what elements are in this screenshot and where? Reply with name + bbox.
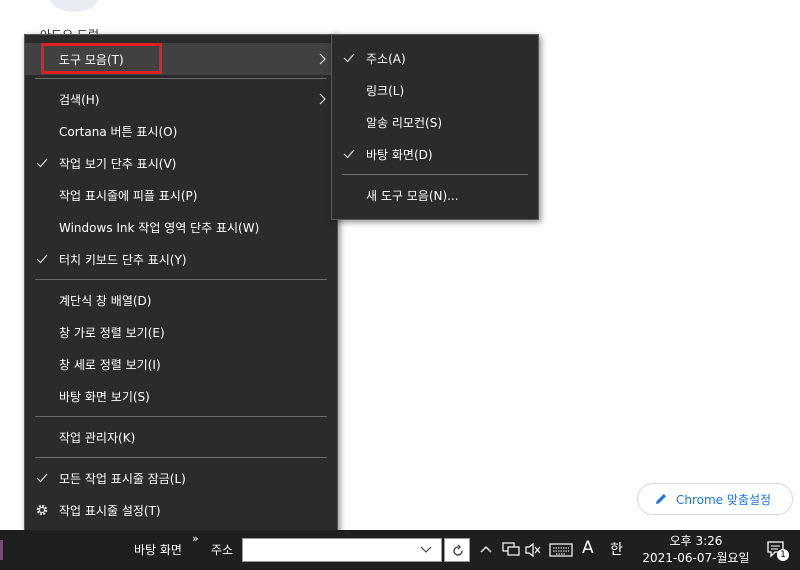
menu-item-stacked[interactable]: 창 가로 정렬 보기(E) — [25, 316, 337, 348]
taskbar-app-edge[interactable] — [0, 540, 3, 560]
submenu-item-links[interactable]: 링크(L) — [332, 74, 538, 106]
menu-item-side-by-side[interactable]: 창 세로 정렬 보기(I) — [25, 348, 337, 380]
menu-item-cascade[interactable]: 계단식 창 배열(D) — [25, 284, 337, 316]
menu-item-label: 창 세로 정렬 보기(I) — [59, 357, 161, 372]
chevron-right-icon — [319, 53, 326, 65]
pencil-icon — [656, 494, 666, 504]
submenu-item-label: 새 도구 모음(N)... — [366, 188, 459, 203]
menu-item-label: 검색(H) — [59, 92, 100, 107]
submenu-item-label: 주소(A) — [366, 51, 406, 66]
menu-item-task-view[interactable]: 작업 보기 단추 표시(V) — [25, 147, 337, 179]
menu-item-search[interactable]: 검색(H) — [25, 83, 337, 115]
taskbar: 바탕 화면 » 주소 A 한 오후 3:26 2021-06-07-월요일 1 — [0, 530, 800, 570]
submenu-item-address[interactable]: 주소(A) — [332, 42, 538, 74]
notification-badge: 1 — [777, 549, 789, 561]
volume-muted-icon[interactable] — [524, 542, 542, 558]
chevron-down-icon[interactable] — [420, 545, 432, 555]
checkmark-icon — [343, 149, 355, 159]
menu-item-windows-ink[interactable]: Windows Ink 작업 영역 단추 표시(W) — [25, 211, 337, 243]
menu-separator — [342, 174, 528, 175]
menu-separator — [35, 78, 327, 79]
menu-item-people[interactable]: 작업 표시줄에 피플 표시(P) — [25, 179, 337, 211]
input-language-indicator[interactable]: A — [582, 538, 594, 558]
address-input[interactable] — [242, 538, 442, 562]
submenu-item-label: 링크(L) — [366, 83, 405, 98]
clock-time: 오후 3:26 — [669, 534, 723, 548]
desktop-toolbar-label[interactable]: 바탕 화면 — [134, 541, 182, 558]
menu-item-cortana[interactable]: Cortana 버튼 표시(O) — [25, 115, 337, 147]
menu-item-label: 터치 키보드 단추 표시(Y) — [59, 252, 187, 267]
toolbars-submenu: 주소(A) 링크(L) 알송 리모컨(S) 바탕 화면(D) 새 도구 모음(N… — [331, 34, 539, 220]
menu-item-label: Cortana 버튼 표시(O) — [59, 124, 178, 139]
touch-keyboard-icon[interactable] — [549, 542, 573, 558]
taskbar-context-menu: 도구 모음(T) 검색(H) Cortana 버튼 표시(O) 작업 보기 단추… — [24, 34, 338, 536]
menu-item-label: Windows Ink 작업 영역 단추 표시(W) — [59, 220, 260, 235]
checkmark-icon — [36, 473, 48, 483]
menu-item-touch-keyboard[interactable]: 터치 키보드 단추 표시(Y) — [25, 243, 337, 275]
menu-item-label: 작업 표시줄 설정(T) — [59, 503, 161, 518]
chrome-customize-button[interactable]: Chrome 맞춤설정 — [637, 483, 793, 515]
menu-separator — [35, 279, 327, 280]
menu-separator — [35, 416, 327, 417]
submenu-item-new-toolbar[interactable]: 새 도구 모음(N)... — [332, 179, 538, 211]
address-toolbar-label: 주소 — [211, 543, 234, 557]
refresh-icon — [453, 544, 463, 556]
clock-date: 2021-06-07-월요일 — [642, 551, 750, 565]
clock[interactable]: 오후 3:26 2021-06-07-월요일 — [636, 533, 756, 567]
menu-item-task-manager[interactable]: 작업 관리자(K) — [25, 421, 337, 453]
menu-item-label: 작업 보기 단추 표시(V) — [59, 156, 177, 171]
ime-mode-indicator[interactable]: 한 — [610, 539, 623, 559]
chevron-right-icon — [319, 93, 326, 105]
menu-separator — [35, 457, 327, 458]
menu-item-lock-taskbar[interactable]: 모든 작업 표시줄 잠금(L) — [25, 462, 337, 494]
action-center-button[interactable]: 1 — [766, 540, 790, 562]
menu-item-label: 창 가로 정렬 보기(E) — [59, 325, 165, 340]
submenu-item-label: 바탕 화면(D) — [366, 147, 433, 162]
menu-item-label: 작업 표시줄에 피플 표시(P) — [59, 188, 198, 203]
network-icon[interactable] — [502, 541, 520, 557]
menu-item-label: 모든 작업 표시줄 잠금(L) — [59, 471, 186, 486]
checkmark-icon — [343, 53, 355, 63]
chrome-customize-label: Chrome 맞춤설정 — [676, 492, 772, 507]
highlight-box — [41, 43, 162, 74]
checkmark-icon — [36, 158, 48, 168]
menu-item-show-desktop[interactable]: 바탕 화면 보기(S) — [25, 380, 337, 412]
menu-item-label: 계단식 창 배열(D) — [59, 293, 152, 308]
submenu-item-label: 알송 리모컨(S) — [366, 115, 442, 130]
submenu-item-remote[interactable]: 알송 리모컨(S) — [332, 106, 538, 138]
address-go-button[interactable] — [444, 538, 470, 562]
menu-item-taskbar-settings[interactable]: 작업 표시줄 설정(T) — [25, 494, 337, 526]
desktop-shortcut-icon[interactable] — [50, 0, 98, 12]
gear-icon — [36, 504, 48, 516]
checkmark-icon — [36, 254, 48, 264]
toolbar-overflow-chevron[interactable]: » — [192, 532, 199, 545]
submenu-item-desktop[interactable]: 바탕 화면(D) — [332, 138, 538, 170]
menu-item-label: 작업 관리자(K) — [59, 430, 136, 445]
menu-item-label: 바탕 화면 보기(S) — [59, 389, 150, 404]
show-hidden-icons-icon[interactable] — [480, 544, 492, 554]
